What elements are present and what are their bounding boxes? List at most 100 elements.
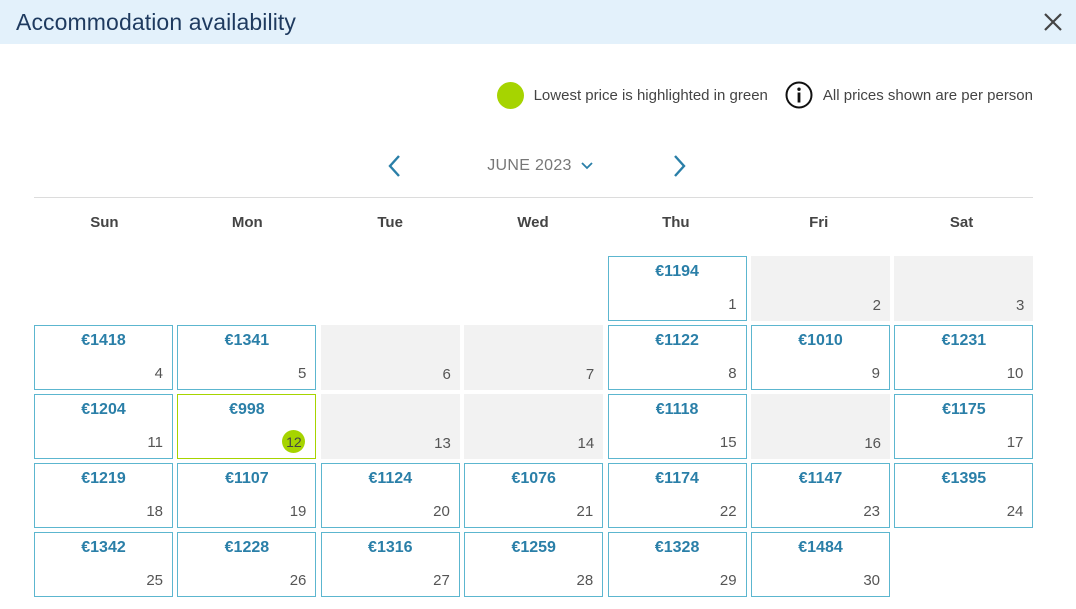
day-number: 1	[728, 296, 737, 313]
day-price: €1147	[798, 470, 843, 487]
day-price: €1175	[942, 401, 986, 418]
day-number: 23	[863, 503, 880, 520]
month-select[interactable]: JUNE 2023	[487, 157, 593, 175]
day-price: €1174	[655, 470, 699, 487]
day-number: 3	[1016, 297, 1025, 314]
next-month-button[interactable]	[670, 152, 690, 180]
day-price: €1219	[81, 470, 126, 487]
day-price: €1259	[511, 539, 556, 556]
calendar-day-24[interactable]: €1395 24	[894, 463, 1033, 528]
calendar-day-9[interactable]: €1010 9	[751, 325, 890, 390]
weekday-fri: Fri	[809, 214, 829, 231]
calendar-day-10[interactable]: €1231 10	[894, 325, 1033, 390]
calendar-day-8[interactable]: €1122 8	[607, 325, 747, 390]
calendar-day-2: 2	[751, 256, 890, 321]
day-price: €998	[229, 401, 265, 418]
day-price: €1107	[225, 470, 269, 487]
calendar-day-25[interactable]: €1342 25	[34, 532, 173, 597]
weekday-wed: Wed	[517, 214, 549, 231]
calendar-day-4[interactable]: €1418 4	[34, 325, 173, 390]
calendar-day-27[interactable]: €1316 27	[320, 532, 460, 597]
day-number: 9	[871, 365, 880, 382]
calendar-day-17[interactable]: €1175 17	[894, 394, 1033, 459]
calendar-day-6: 6	[320, 325, 460, 390]
calendar-day-21[interactable]: €1076 21	[464, 463, 604, 528]
day-price: €1418	[81, 332, 126, 349]
calendar-day-30[interactable]: €1484 30	[751, 532, 890, 597]
day-number: 19	[289, 503, 307, 520]
day-price: €1328	[654, 539, 700, 556]
calendar-day-13: 13	[320, 394, 460, 459]
day-number: 14	[577, 435, 595, 452]
close-button[interactable]	[1042, 11, 1064, 33]
month-navigation: JUNE 2023	[384, 150, 690, 182]
calendar-day-19[interactable]: €1107 19	[177, 463, 317, 528]
day-number: 7	[585, 366, 595, 383]
weekday-tue: Tue	[377, 214, 403, 231]
day-number: 6	[442, 366, 451, 383]
lowest-price-day-number: 12	[282, 430, 306, 453]
day-price: €1342	[81, 539, 126, 556]
weekday-thu: Thu	[662, 214, 690, 231]
day-price: €1228	[224, 539, 270, 556]
previous-month-button[interactable]	[384, 152, 404, 180]
day-number: 27	[433, 572, 450, 589]
day-number: 5	[298, 365, 307, 382]
calendar-day-28[interactable]: €1259 28	[464, 532, 604, 597]
day-number: 4	[154, 365, 163, 382]
calendar-day-11[interactable]: €1204 11	[34, 394, 173, 459]
chevron-left-icon	[388, 155, 400, 177]
weekday-sat: Sat	[949, 214, 974, 231]
day-price: €1316	[368, 539, 413, 556]
day-number: 21	[576, 503, 594, 520]
calendar-day-3: 3	[894, 256, 1033, 321]
close-icon	[1044, 13, 1062, 31]
calendar-day-16: 16	[751, 394, 890, 459]
weekday-sun: Sun	[90, 214, 119, 231]
calendar-day-5[interactable]: €1341 5	[177, 325, 317, 390]
day-number: 2	[872, 297, 881, 314]
day-number: 18	[146, 503, 163, 520]
day-price: €1010	[798, 332, 843, 349]
day-price: €1341	[224, 332, 270, 349]
calendar-day-7: 7	[464, 325, 604, 390]
day-number: 28	[576, 572, 594, 589]
day-number: 15	[719, 434, 737, 451]
day-price: €1204	[81, 401, 126, 418]
info-icon	[785, 81, 813, 109]
calendar-day-22[interactable]: €1174 22	[607, 463, 747, 528]
day-number: 20	[433, 503, 450, 520]
day-number: 11	[147, 434, 163, 451]
calendar-day-12[interactable]: €998 12	[177, 394, 317, 459]
day-price: €1484	[798, 539, 843, 556]
weekday-header: Sun Mon Tue Wed Thu Fri Sat	[33, 214, 1033, 231]
day-number: 30	[863, 572, 880, 589]
day-number: 13	[434, 435, 451, 452]
calendar-day-29[interactable]: €1328 29	[607, 532, 747, 597]
dialog-title: Accommodation availability	[16, 8, 297, 35]
calendar-day-26[interactable]: €1228 26	[177, 532, 317, 597]
day-price: €1118	[655, 401, 699, 418]
calendar-day-15[interactable]: €1118 15	[607, 394, 747, 459]
weekday-mon: Mon	[231, 214, 263, 231]
day-number: 29	[719, 572, 737, 589]
day-price: €1122	[655, 332, 699, 349]
day-number: 26	[289, 572, 307, 589]
calendar-day-20[interactable]: €1124 20	[320, 463, 460, 528]
lowest-price-legend-label: Lowest price is highlighted in green	[533, 86, 768, 104]
calendar-day-1[interactable]: €1194 1	[607, 256, 747, 321]
price-legend: Lowest price is highlighted in green All…	[496, 81, 1033, 109]
dialog-header: Accommodation availability	[0, 0, 1076, 44]
day-price: €1124	[368, 470, 413, 487]
day-number: 22	[719, 503, 737, 520]
day-number: 25	[146, 572, 163, 589]
day-number: 10	[1006, 365, 1024, 382]
day-number: 16	[864, 435, 881, 452]
lowest-price-dot-icon	[496, 81, 524, 109]
day-number: 8	[728, 365, 737, 382]
calendar-day-14: 14	[464, 394, 604, 459]
per-person-legend-label: All prices shown are per person	[822, 86, 1033, 104]
calendar-day-23[interactable]: €1147 23	[751, 463, 890, 528]
calendar-day-18[interactable]: €1219 18	[34, 463, 173, 528]
calendar-grid: €1194 1 2 3 €1418 4 €1341 5 6 7 €1122 8 €1010 9 €1231 1…	[33, 255, 1033, 609]
